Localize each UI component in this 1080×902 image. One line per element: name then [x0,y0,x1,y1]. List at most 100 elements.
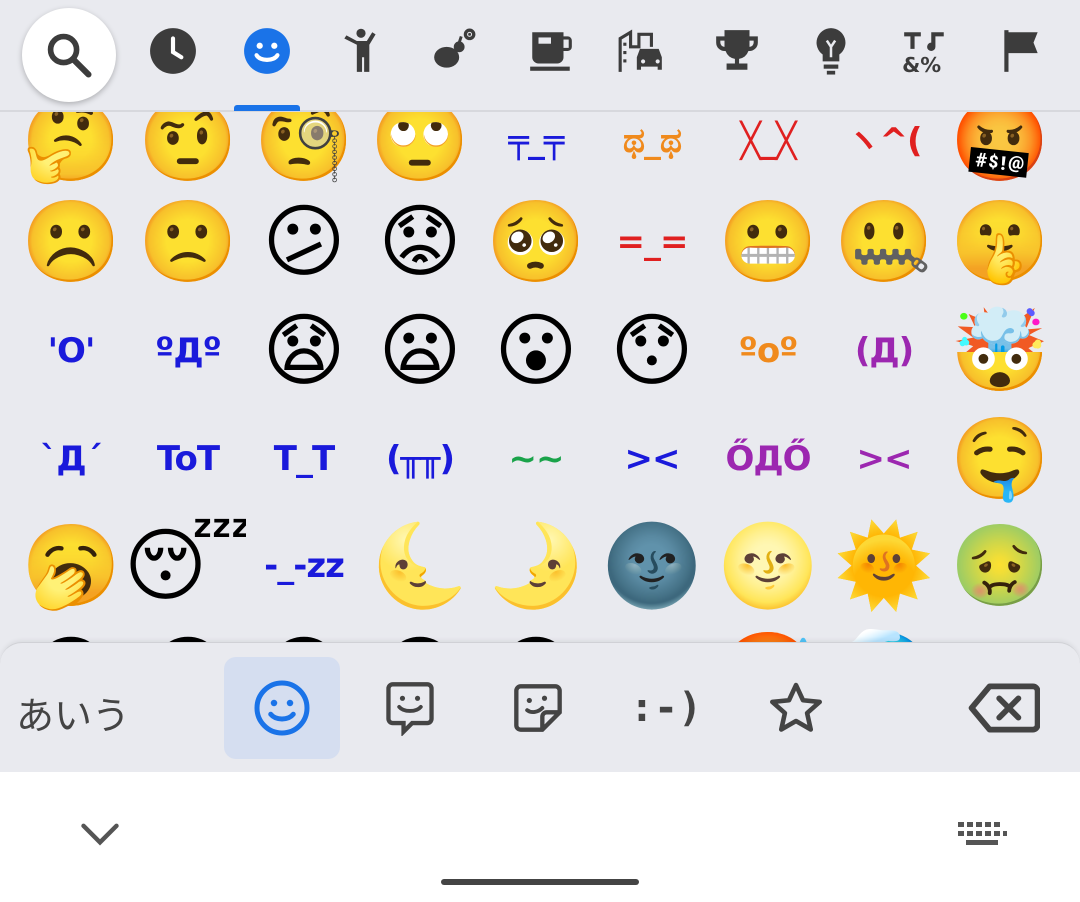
emoji-cell[interactable] [594,620,710,642]
tab-emoji[interactable] [224,657,340,759]
emoji-cell[interactable]: 🤬 [942,112,1058,195]
city-car-icon [618,29,662,72]
person-icon [344,28,376,72]
kaomoji-cell[interactable]: `Д´ [13,405,129,513]
bug-flower-icon [434,28,476,68]
kaomoji-cell[interactable]: >< [826,405,942,513]
kaomoji-cell[interactable]: =_= [594,188,710,296]
emoji-cell[interactable]: 🤫 [942,188,1058,296]
tab-favorites[interactable] [738,657,854,759]
kaomoji-cell[interactable]: T_T [246,405,362,513]
category-symbols[interactable]: &% [900,26,950,77]
emoji-cell[interactable]: 🤯 [942,297,1058,405]
star-icon [770,682,822,732]
emoji-cell[interactable]: 😦 [362,297,478,405]
smiley-icon [244,28,290,74]
emoji-cell[interactable]: 😮 [478,297,594,405]
collapse-keyboard-button[interactable] [78,820,122,850]
emoji-cell[interactable]: 🌚 [594,512,710,620]
tab-sticker[interactable] [480,657,596,759]
keyboard-icon [958,822,1007,845]
emoji-cell[interactable]: 😁 [246,620,362,643]
emoji-cell[interactable]: 😄 [13,620,129,643]
emoji-grid: 🤔 🤨 🧐 🙄 ╤_╤ ಥ_ಥ ╳_╳ ヽ^(🤬 ☹️ 🙁 😕 😟 🥺 =_= 😬 🤐 🤫 'O' ºДº 😧 😦 😮 😯 º… [0,112,1080,642]
kaomoji-cell[interactable]: -_-zz [246,512,362,620]
emoji-cell[interactable]: 😴 [130,512,246,620]
emoji-cell[interactable]: 😆 [362,620,478,643]
category-activities[interactable] [712,26,762,76]
tab-emoticon-face[interactable] [352,657,468,759]
emoji-cell[interactable]: 🌞 [826,512,942,620]
category-people[interactable] [336,26,386,76]
emoji-category-bar: &% [0,0,1080,112]
home-gesture-bar[interactable] [441,879,639,885]
emoji-cell[interactable]: 🤨 [130,112,246,195]
kaomoji-cell[interactable]: ╳_╳ [710,112,826,195]
emoji-cell[interactable]: 😀 [130,620,246,643]
flag-icon [1004,30,1038,72]
emoji-cell[interactable]: 😕 [246,188,362,296]
emoji-cell[interactable]: 🥱 [13,512,129,620]
category-animals[interactable] [430,26,480,76]
emoji-cell[interactable]: 😯 [594,297,710,405]
emoji-cell[interactable]: 😟 [362,188,478,296]
search-icon [47,33,92,78]
symbols-icon: &% [902,32,944,77]
emoji-cell[interactable]: 😅 [478,620,594,643]
svg-text:&%: &% [902,53,941,77]
category-objects[interactable] [806,26,856,76]
delete-button[interactable] [946,657,1062,759]
emoji-cell[interactable]: 🤐 [826,188,942,296]
kaomoji-cell[interactable]: ヽ^( [826,112,942,195]
emoji-cell[interactable]: 🤔 [13,112,129,195]
category-travel[interactable] [616,26,666,76]
kaomoji-cell[interactable]: ToT [130,405,246,513]
tab-kaomoji[interactable]: :-) [608,657,724,759]
emoji-cell[interactable]: 🥶 [826,620,942,643]
category-smileys[interactable] [242,26,292,76]
chevron-down-icon [81,823,119,846]
kaomoji-cell[interactable]: 'O' [13,297,129,405]
selected-category-indicator [234,105,300,111]
emoji-cell[interactable]: 😧 [246,297,362,405]
kaomoji-cell[interactable]: ºДº [130,297,246,405]
face-bubble-icon [386,682,434,736]
sticker-icon [514,684,562,732]
smiley-icon [254,680,310,736]
kaomoji-cell[interactable]: ╤_╤ [478,112,594,195]
navigation-bar [0,772,1080,902]
kaomoji-cell[interactable]: ~~ [478,405,594,513]
emoji-cell[interactable]: 🙁 [130,188,246,296]
kaomoji-cell[interactable]: ºoº [710,297,826,405]
emoji-cell[interactable]: 🥵 [710,620,826,643]
emoji-cell[interactable]: 🥺 [478,188,594,296]
emoji-cell[interactable]: ☹️ [13,188,129,296]
backspace-icon [968,683,1040,733]
kaomoji-cell[interactable]: ಥ_ಥ [594,112,710,195]
kaomoji-tab-label: :-) [629,685,703,731]
emoji-cell[interactable]: 🧐 [246,112,362,195]
keyboard-mode-bar: あいう :-) [0,642,1080,773]
emoji-cell[interactable] [942,620,1058,642]
search-button[interactable] [22,8,116,102]
lightbulb-icon [816,28,846,75]
emoji-cell[interactable]: 🤢 [942,512,1058,620]
emoji-cell[interactable]: 🙄 [362,112,478,195]
kaomoji-cell[interactable]: ŐДŐ [710,405,826,513]
kaomoji-cell[interactable]: (╥╥) [362,405,478,513]
coffee-icon [530,32,572,71]
kaomoji-cell[interactable]: (Д) [826,297,942,405]
keyboard-switch-button[interactable] [956,820,1008,854]
kaomoji-cell[interactable]: >< [594,405,710,513]
clock-icon [150,28,196,74]
category-food[interactable] [526,26,576,76]
emoji-cell[interactable]: 🌝 [710,512,826,620]
category-recent[interactable] [148,26,198,76]
emoji-cell[interactable]: 🌜 [362,512,478,620]
emoji-cell[interactable]: 🤤 [942,405,1058,513]
emoji-cell[interactable]: 🌛 [478,512,594,620]
category-flags[interactable] [996,26,1046,76]
emoji-cell[interactable]: 😬 [710,188,826,296]
trophy-icon [716,30,758,70]
kana-switch-button[interactable]: あいう [16,685,130,740]
